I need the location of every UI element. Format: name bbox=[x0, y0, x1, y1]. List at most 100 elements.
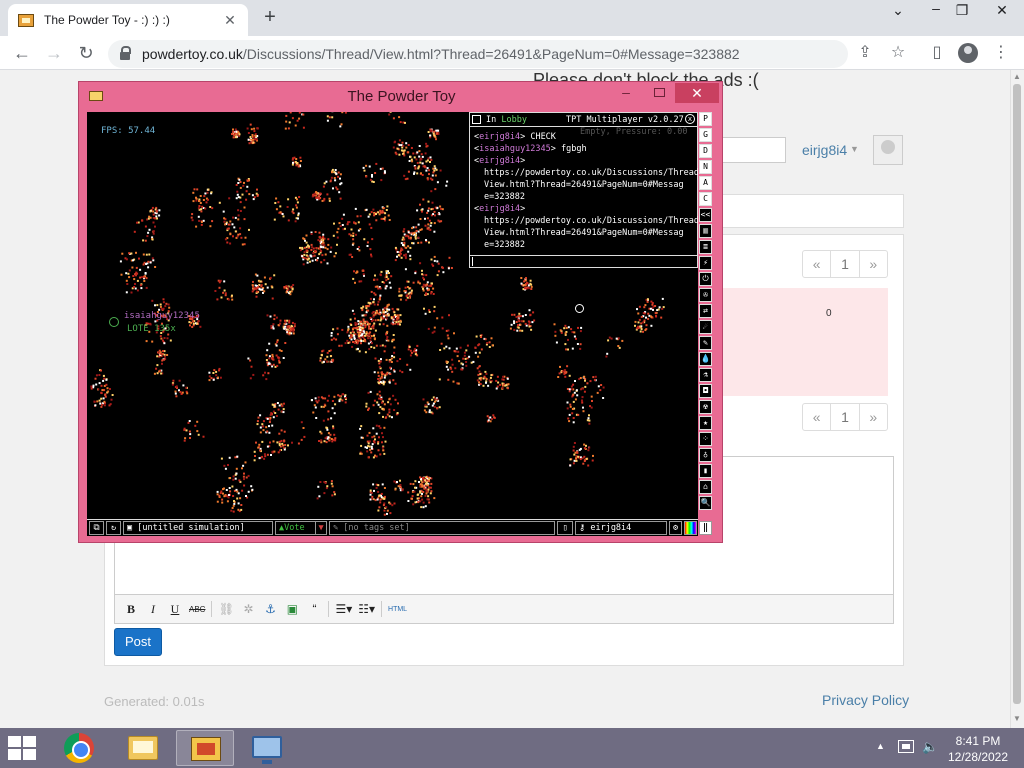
menu-category-button[interactable]: ⚡ bbox=[699, 256, 712, 270]
vote-down-button[interactable]: ▼ bbox=[315, 521, 327, 535]
menu-category-button[interactable]: ★ bbox=[699, 416, 712, 430]
taskbar-file-explorer[interactable] bbox=[114, 730, 172, 766]
reload-button[interactable]: ↻ bbox=[74, 41, 98, 65]
pager-next-button[interactable]: » bbox=[860, 251, 887, 277]
bookmark-star-icon[interactable]: ☆ bbox=[887, 42, 909, 64]
forward-button[interactable]: → bbox=[42, 41, 66, 65]
scroll-thumb[interactable] bbox=[1013, 84, 1021, 704]
menu-category-button[interactable]: ✎ bbox=[699, 336, 712, 350]
close-window-button[interactable]: ✕ bbox=[988, 2, 1016, 19]
tpt-close-button[interactable]: ✕ bbox=[675, 83, 719, 103]
quote-icon[interactable]: “ bbox=[306, 602, 322, 616]
clear-sim-icon[interactable]: ▯ bbox=[557, 521, 573, 535]
pager-page-1[interactable]: 1 bbox=[831, 251, 860, 277]
menu-category-button[interactable]: N bbox=[699, 160, 712, 174]
powder-toy-window[interactable]: The Powder Toy – ✕ FPS: 57.44 isaiahguy1… bbox=[78, 81, 723, 543]
tray-overflow-icon[interactable]: ▲ bbox=[876, 741, 885, 751]
privacy-policy-link[interactable]: Privacy Policy bbox=[822, 692, 909, 708]
menu-category-button[interactable]: ⁘ bbox=[699, 432, 712, 446]
bullet-list-icon[interactable]: ☰▾ bbox=[335, 602, 352, 616]
login-button[interactable]: ⚷ eirjg8i4 bbox=[575, 521, 667, 535]
unlink-icon[interactable]: ✲ bbox=[240, 602, 256, 616]
back-button[interactable]: ← bbox=[10, 41, 34, 65]
category-menu: P G D N A C << ▥ ≣ ⚡ ⏻ ✇ ⇄ ☄ ✎ 💧 ⚗ ◘ ☢ ★ ⁘ ♁ ▮ ⌂ 🔍 bbox=[699, 112, 713, 532]
network-icon[interactable] bbox=[898, 740, 914, 753]
menu-category-button[interactable]: ▮ bbox=[699, 464, 712, 478]
tpt-minimize-button[interactable]: – bbox=[614, 84, 638, 100]
tab-search-icon[interactable]: ⌄ bbox=[884, 2, 912, 19]
multiplayer-chat[interactable]: In Lobby TPT Multiplayer v2.0.27 x Empty… bbox=[469, 112, 698, 268]
settings-icon[interactable]: ⚙ bbox=[669, 521, 682, 535]
menu-category-button[interactable]: D bbox=[699, 144, 712, 158]
simulation-canvas[interactable]: FPS: 57.44 isaiahguy12345 LOTE 135x In L… bbox=[87, 112, 698, 520]
post-button[interactable]: Post bbox=[114, 628, 162, 656]
tags-button[interactable]: ✎ [no tags set] bbox=[329, 521, 555, 535]
chevron-down-icon[interactable]: ▼ bbox=[850, 144, 859, 154]
pager-prev-button[interactable]: « bbox=[803, 404, 832, 430]
menu-category-button[interactable]: ⇄ bbox=[699, 304, 712, 318]
html-source-button[interactable]: HTML bbox=[388, 606, 407, 613]
italic-button[interactable]: I bbox=[145, 602, 161, 617]
open-save-icon[interactable]: ⧉ bbox=[89, 521, 104, 535]
scroll-down-icon[interactable]: ▼ bbox=[1013, 714, 1021, 723]
strikethrough-button[interactable]: ABC bbox=[189, 605, 205, 614]
menu-category-button[interactable]: ◘ bbox=[699, 384, 712, 398]
system-clock[interactable]: 8:41 PM 12/28/2022 bbox=[944, 733, 1012, 765]
chat-close-icon[interactable]: x bbox=[685, 114, 695, 124]
chat-resize-icon[interactable] bbox=[472, 115, 481, 124]
pager-page-1[interactable]: 1 bbox=[831, 404, 860, 430]
menu-category-button[interactable]: ⏻ bbox=[699, 272, 712, 286]
link-icon[interactable]: ⛓ bbox=[218, 602, 234, 616]
menu-category-button[interactable]: ☄ bbox=[699, 320, 712, 334]
new-tab-button[interactable]: + bbox=[258, 6, 282, 29]
restore-button[interactable]: ❐ bbox=[948, 2, 976, 19]
side-panel-icon[interactable]: ▯ bbox=[926, 42, 948, 64]
menu-category-button[interactable]: A bbox=[699, 176, 712, 190]
menu-category-button[interactable]: ⚗ bbox=[699, 368, 712, 382]
image-icon[interactable]: ▣ bbox=[284, 602, 300, 616]
save-name-button[interactable]: ▣ [untitled simulation] bbox=[123, 521, 273, 535]
browser-tab[interactable]: The Powder Toy - :) :) :) ✕ bbox=[8, 4, 248, 36]
username-menu[interactable]: eirjg8i4 bbox=[802, 142, 847, 158]
menu-category-button[interactable]: G bbox=[699, 128, 712, 142]
pager-next-button[interactable]: » bbox=[860, 404, 887, 430]
pager-prev-button[interactable]: « bbox=[803, 251, 832, 277]
header-search-input[interactable] bbox=[718, 137, 786, 163]
user-avatar[interactable] bbox=[873, 135, 903, 165]
tab-close-icon[interactable]: ✕ bbox=[222, 12, 238, 29]
profile-avatar[interactable] bbox=[957, 42, 979, 64]
underline-button[interactable]: U bbox=[167, 602, 183, 617]
menu-category-button[interactable]: << bbox=[699, 208, 712, 222]
menu-category-button[interactable]: ≣ bbox=[699, 240, 712, 254]
menu-category-button[interactable]: 💧 bbox=[699, 352, 712, 366]
menu-category-button[interactable]: ✇ bbox=[699, 288, 712, 302]
menu-category-button[interactable]: 🔍 bbox=[699, 496, 712, 510]
reload-sim-icon[interactable]: ↻ bbox=[106, 521, 121, 535]
volume-icon[interactable]: 🔈 bbox=[922, 739, 938, 755]
menu-category-button[interactable]: ▥ bbox=[699, 224, 712, 238]
numbered-list-icon[interactable]: ☷▾ bbox=[358, 602, 375, 616]
browser-menu-icon[interactable]: ⋮ bbox=[990, 42, 1012, 64]
start-logo-tile bbox=[23, 736, 36, 747]
menu-category-button[interactable]: ☢ bbox=[699, 400, 712, 414]
chat-header: In Lobby TPT Multiplayer v2.0.27 x bbox=[470, 113, 697, 127]
pause-button[interactable]: ‖ bbox=[699, 521, 712, 535]
menu-category-button[interactable]: P bbox=[699, 112, 712, 126]
anchor-icon[interactable]: ⚓ bbox=[262, 602, 278, 616]
menu-category-button[interactable]: ♁ bbox=[699, 448, 712, 462]
taskbar-powder-toy[interactable] bbox=[176, 730, 234, 766]
chat-input[interactable] bbox=[470, 255, 697, 267]
render-options-icon[interactable] bbox=[684, 521, 697, 535]
taskbar-remote-desktop[interactable] bbox=[238, 730, 296, 766]
menu-category-button[interactable]: ⌂ bbox=[699, 480, 712, 494]
share-icon[interactable]: ⇪ bbox=[854, 42, 876, 64]
address-bar[interactable]: powdertoy.co.uk/Discussions/Thread/View.… bbox=[108, 40, 848, 68]
pagination-top: « 1 » bbox=[802, 250, 888, 278]
scroll-up-icon[interactable]: ▲ bbox=[1013, 72, 1021, 81]
bold-button[interactable]: B bbox=[123, 602, 139, 617]
minimize-button[interactable]: – bbox=[922, 0, 950, 16]
taskbar-chrome[interactable] bbox=[50, 730, 108, 766]
windows-start-button[interactable] bbox=[8, 736, 38, 760]
tpt-maximize-button[interactable] bbox=[649, 85, 669, 99]
menu-category-button[interactable]: C bbox=[699, 192, 712, 206]
